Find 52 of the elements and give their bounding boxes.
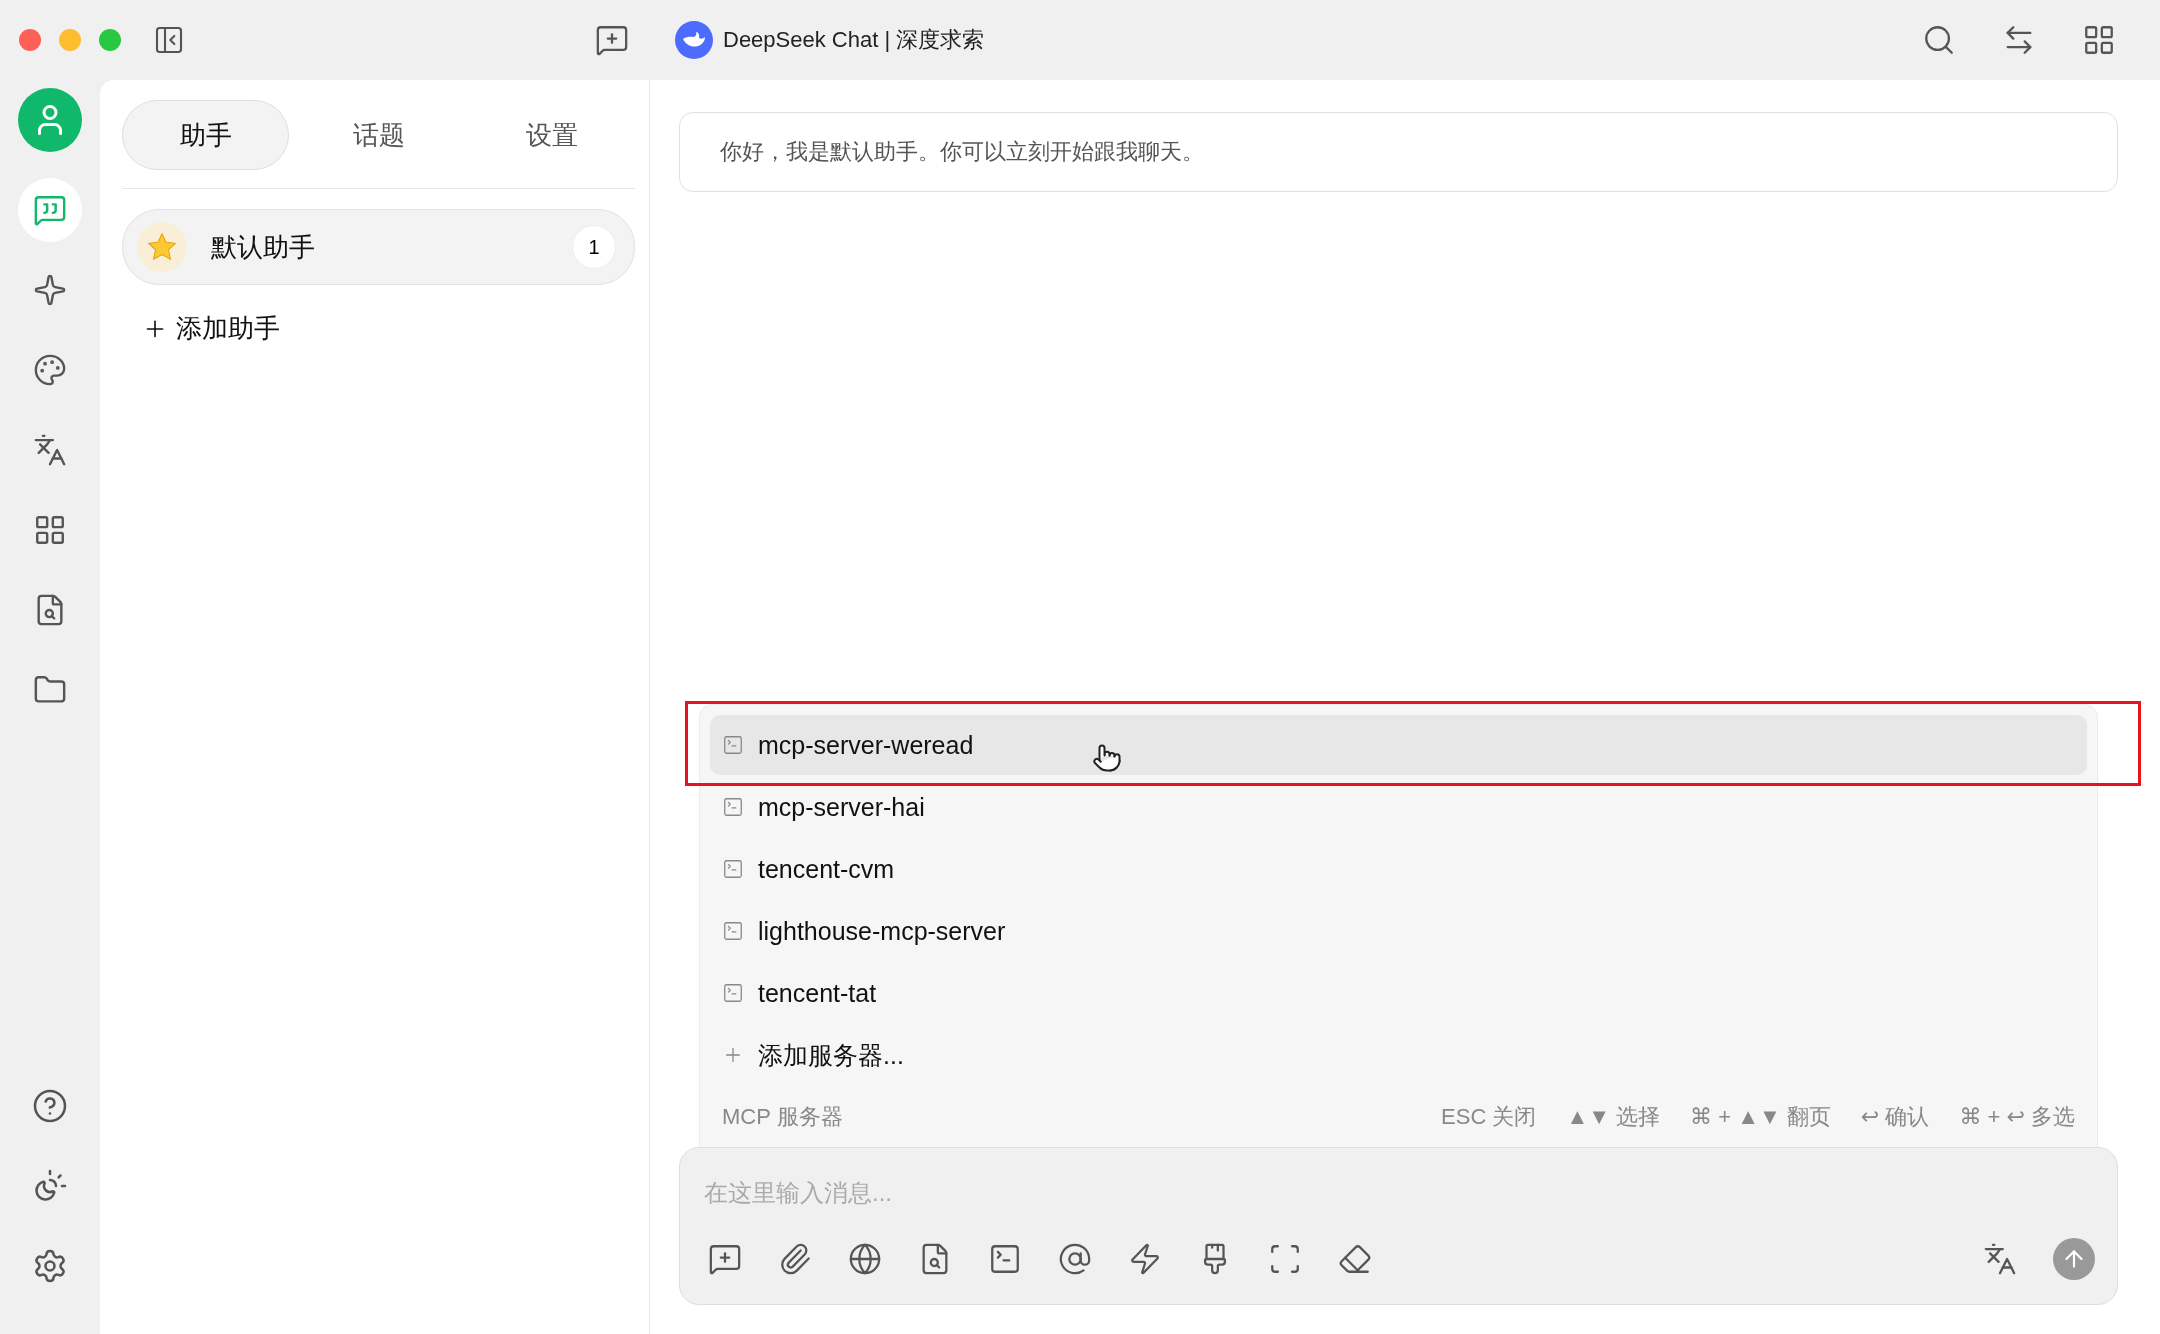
message-input[interactable]: 在这里输入消息...	[702, 1178, 2095, 1208]
new-topic-icon[interactable]	[708, 1242, 742, 1276]
shortcut-hint: ▲▼ 选择	[1566, 1103, 1661, 1131]
globe-icon[interactable]	[848, 1242, 882, 1276]
menu-item[interactable]: lighthouse-mcp-server	[710, 901, 2087, 961]
settings-icon	[32, 1248, 68, 1284]
terminal-icon	[722, 796, 744, 818]
grid-icon[interactable]	[2082, 23, 2116, 57]
assistant-name: 默认助手	[211, 230, 316, 264]
terminal-icon	[722, 734, 744, 756]
topic-count: 1	[572, 225, 616, 269]
sparkle-icon	[33, 273, 67, 307]
tab[interactable]: 设置	[468, 100, 635, 170]
terminal-icon[interactable]	[988, 1242, 1022, 1276]
sun-moon-icon	[32, 1168, 68, 1204]
close-button[interactable]	[19, 29, 41, 51]
translate-icon[interactable]	[1983, 1242, 2017, 1276]
tab[interactable]: 助手	[122, 100, 289, 170]
lightning-icon[interactable]	[1128, 1242, 1162, 1276]
terminal-icon	[722, 982, 744, 1004]
add-assistant-button[interactable]: 添加助手	[142, 311, 280, 346]
menu-item[interactable]: tencent-tat	[710, 963, 2087, 1023]
add-server-item[interactable]: 添加服务器...	[710, 1025, 2087, 1085]
translate-icon	[33, 433, 67, 467]
terminal-icon	[722, 920, 744, 942]
scan-icon[interactable]	[1268, 1242, 1302, 1276]
menu-title: MCP 服务器	[722, 1103, 844, 1131]
menu-item[interactable]: tencent-cvm	[710, 839, 2087, 899]
palette-icon	[33, 353, 67, 387]
chat-icon	[33, 193, 67, 227]
shortcut-hint: ⌘ + ↩ 多选	[1959, 1103, 2075, 1131]
help-icon	[32, 1088, 68, 1124]
paperclip-icon[interactable]	[778, 1242, 812, 1276]
greeting-message: 你好，我是默认助手。你可以立刻开始跟我聊天。	[679, 112, 2118, 192]
menu-item[interactable]: mcp-server-hai	[710, 777, 2087, 837]
new-chat-icon[interactable]	[595, 23, 629, 57]
window-title: DeepSeek Chat | 深度求索	[723, 26, 985, 54]
shortcut-hint: ↩ 确认	[1860, 1103, 1930, 1131]
send-button[interactable]	[2053, 1238, 2095, 1280]
at-sign-icon[interactable]	[1058, 1242, 1092, 1276]
hand-pointer-icon	[1092, 743, 1122, 773]
search-icon[interactable]	[1922, 23, 1956, 57]
eraser-icon[interactable]	[1338, 1242, 1372, 1276]
terminal-icon	[722, 858, 744, 880]
whale-logo-icon	[675, 21, 713, 59]
shortcut-hint: ESC 关闭	[1441, 1103, 1537, 1131]
tab[interactable]: 话题	[295, 100, 462, 170]
menu-item[interactable]: mcp-server-weread	[710, 715, 2087, 775]
grid-icon	[33, 513, 67, 547]
sidebar-toggle-icon[interactable]	[153, 24, 185, 56]
assistant-item[interactable]: 默认助手 1	[122, 209, 635, 285]
shortcut-hint: ⌘ + ▲▼ 翻页	[1690, 1103, 1831, 1131]
